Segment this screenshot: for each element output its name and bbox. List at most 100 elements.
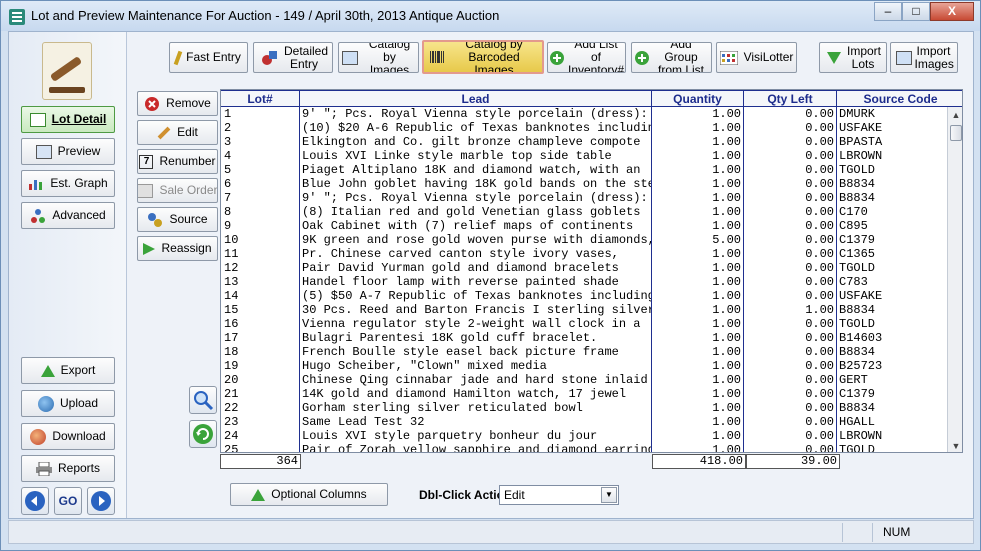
catalog-by-barcoded-images-button[interactable]: Catalog by Barcoded Images — [422, 40, 544, 74]
add-list-of-inventory-button[interactable]: Add List of Inventory# — [547, 42, 626, 73]
table-row[interactable]: 23 Same Lead Test 32 1.00 0.00 HGALL — [221, 415, 947, 429]
download-button[interactable]: Download — [21, 423, 115, 450]
optional-columns-button[interactable]: Optional Columns — [230, 483, 388, 506]
detailed-entry-button[interactable]: Detailed Entry — [253, 42, 333, 73]
cell-lot-number: 2 — [221, 121, 300, 135]
table-row[interactable]: 7 9' "; Pcs. Royal Vienna style porcelain… — [221, 191, 947, 205]
scroll-thumb[interactable] — [950, 125, 962, 141]
table-row[interactable]: 16 Vienna regulator style 2-weight wall c… — [221, 317, 947, 331]
sale-order-button[interactable]: Sale Order — [137, 178, 218, 203]
dbl-click-action-label: Dbl-Click Action — [419, 488, 512, 502]
cell-lead: Pair of Zorah yellow sapphire and diamon… — [300, 443, 652, 452]
cell-lot-number: 5 — [221, 163, 300, 177]
preview-button[interactable]: Preview — [21, 138, 115, 165]
advanced-button[interactable]: Advanced — [21, 202, 115, 229]
table-row[interactable]: 13 Handel floor lamp with reverse painted… — [221, 275, 947, 289]
table-row[interactable]: 5 Piaget Altiplano 18K and diamond watch,… — [221, 163, 947, 177]
cell-source-code: C783 — [839, 275, 868, 289]
renumber-button[interactable]: 7 Renumber — [137, 149, 218, 174]
table-row[interactable]: 19 Hugo Scheiber, "Clown" mixed media 1.00… — [221, 359, 947, 373]
cell-source-code: LBROWN — [839, 149, 883, 163]
table-row[interactable]: 12 Pair David Yurman gold and diamond bra… — [221, 261, 947, 275]
lot-detail-button[interactable]: Lot Detail — [21, 106, 115, 133]
close-button[interactable]: X — [930, 2, 974, 21]
export-button[interactable]: Export — [21, 357, 115, 384]
cell-lead: 14K gold and diamond Hamilton watch, 17 … — [300, 387, 652, 401]
fast-entry-icon — [173, 50, 183, 65]
cell-lot-number: 3 — [221, 135, 300, 149]
table-row[interactable]: 1 9' "; Pcs. Royal Vienna style porcelain… — [221, 107, 947, 121]
optional-columns-arrow-icon — [251, 488, 266, 501]
cell-lead: French Boulle style easel back picture f… — [300, 345, 652, 359]
table-row[interactable]: 25 Pair of Zorah yellow sapphire and diam… — [221, 443, 947, 453]
search-button[interactable] — [189, 386, 217, 414]
cell-source-code: TGOLD — [839, 443, 876, 453]
import-images-button[interactable]: Import Images — [890, 42, 958, 73]
previous-button[interactable] — [21, 487, 49, 515]
go-button[interactable]: GO — [54, 487, 82, 515]
cell-source-code: B25723 — [839, 359, 883, 373]
add-group-icon — [634, 50, 650, 66]
cell-lead: Vienna regulator style 2-weight wall clo… — [300, 317, 652, 331]
dbl-click-action-select[interactable]: Edit ▼ — [499, 485, 619, 505]
reassign-button[interactable]: Reassign — [137, 236, 218, 261]
maximize-button[interactable]: □ — [902, 2, 930, 21]
status-bar: NUM — [8, 520, 974, 544]
table-row[interactable]: 20 Chinese Qing cinnabar jade and hard st… — [221, 373, 947, 387]
cell-qty-left: 0.00 — [744, 289, 837, 303]
remove-icon — [144, 96, 160, 112]
window-title: Lot and Preview Maintenance For Auction … — [31, 8, 500, 23]
cell-lot-number: 22 — [221, 401, 300, 415]
table-row[interactable]: 6 Blue John goblet having 18K gold bands … — [221, 177, 947, 191]
cell-qty-left: 0.00 — [744, 415, 837, 429]
table-row[interactable]: 18 French Boulle style easel back picture… — [221, 345, 947, 359]
table-row[interactable]: 24 Louis XVI style parquetry bonheur du j… — [221, 429, 947, 443]
table-row[interactable]: 8 (8) Italian red and gold Venetian glass… — [221, 205, 947, 219]
catalog-by-images-button[interactable]: Catalog by Images — [338, 42, 419, 73]
cell-qty-left: 0.00 — [744, 401, 837, 415]
cell-source-code: B8834 — [839, 303, 876, 317]
source-button[interactable]: Source — [137, 207, 218, 232]
table-row[interactable]: 14 (5) $50 A-7 Republic of Texas banknote… — [221, 289, 947, 303]
est-graph-button[interactable]: Est. Graph — [21, 170, 115, 197]
table-row[interactable]: 3 Elkington and Co. gilt bronze champleve… — [221, 135, 947, 149]
next-button[interactable] — [87, 487, 115, 515]
cell-lot-number: 19 — [221, 359, 300, 373]
edit-button[interactable]: Edit — [137, 120, 218, 145]
add-group-from-list-button[interactable]: Add Group from List — [631, 42, 712, 73]
table-row[interactable]: 2 (10) $20 A-6 Republic of Texas banknote… — [221, 121, 947, 135]
table-row[interactable]: 4 Louis XVI Linke style marble top side t… — [221, 149, 947, 163]
table-row[interactable]: 17 Bulagri Parentesi 18K gold cuff bracel… — [221, 331, 947, 345]
cell-lot-number: 15 — [221, 303, 300, 317]
refresh-button[interactable] — [189, 420, 217, 448]
cell-qty-left: 0.00 — [744, 317, 837, 331]
scroll-up-arrow-icon[interactable]: ▲ — [948, 107, 962, 123]
upload-button[interactable]: Upload — [21, 390, 115, 417]
cell-qty-left: 0.00 — [744, 107, 837, 121]
import-lots-button[interactable]: Import Lots — [819, 42, 887, 73]
table-row[interactable]: 22 Gorham sterling silver reticulated bow… — [221, 401, 947, 415]
table-row[interactable]: 10 9K green and rose gold woven purse wit… — [221, 233, 947, 247]
total-qty-left: 39.00 — [746, 454, 840, 469]
cell-quantity: 1.00 — [652, 387, 744, 401]
chevron-down-icon[interactable]: ▼ — [601, 487, 617, 503]
header-source-code[interactable]: Source Code — [837, 90, 962, 106]
cell-lot-number: 20 — [221, 373, 300, 387]
table-row[interactable]: 15 30 Pcs. Reed and Barton Francis I ster… — [221, 303, 947, 317]
fast-entry-button[interactable]: Fast Entry — [169, 42, 248, 73]
table-row[interactable]: 11 Pr. Chinese carved canton style ivory … — [221, 247, 947, 261]
header-lot-number[interactable]: Lot# — [221, 90, 300, 106]
grid-scrollbar[interactable]: ▲ ▼ — [947, 107, 962, 452]
minimize-button[interactable]: – — [874, 2, 902, 21]
table-row[interactable]: 9 Oak Cabinet with (7) relief maps of con… — [221, 219, 947, 233]
pencil-icon — [157, 126, 171, 139]
visilotter-button[interactable]: VisiLotter — [716, 42, 797, 73]
remove-button[interactable]: Remove — [137, 91, 218, 116]
cell-lot-number: 17 — [221, 331, 300, 345]
header-lead[interactable]: Lead — [300, 90, 652, 106]
table-row[interactable]: 21 14K gold and diamond Hamilton watch, 1… — [221, 387, 947, 401]
header-qty-left[interactable]: Qty Left — [744, 90, 837, 106]
scroll-down-arrow-icon[interactable]: ▼ — [948, 438, 962, 452]
header-quantity[interactable]: Quantity — [652, 90, 744, 106]
reports-button[interactable]: Reports — [21, 455, 115, 482]
